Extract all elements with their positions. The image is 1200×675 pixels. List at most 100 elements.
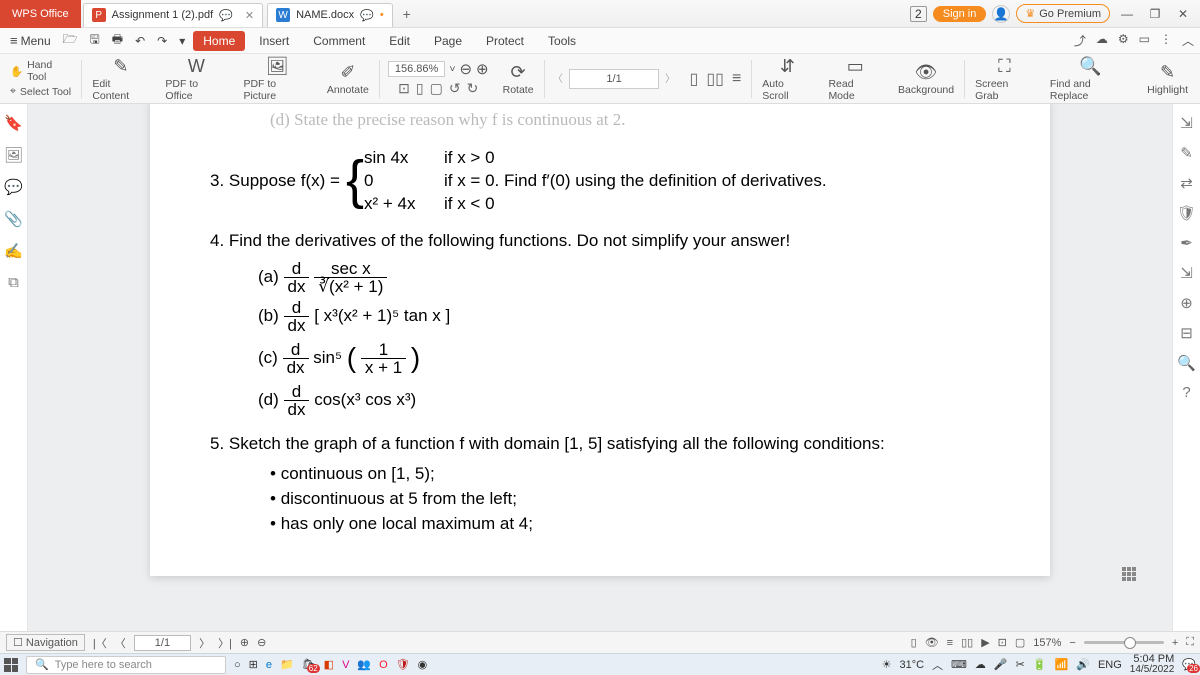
- zoom-in-status-icon[interactable]: +: [1172, 637, 1178, 649]
- tab-chat-icon[interactable]: 💬: [219, 9, 233, 22]
- ribbon-comment[interactable]: Comment: [303, 31, 375, 51]
- share-icon[interactable]: ⤴: [1074, 32, 1086, 49]
- notifications-icon[interactable]: 💬: [1182, 658, 1196, 671]
- undo-icon[interactable]: ↶: [131, 32, 149, 50]
- layers-icon[interactable]: ⧉: [8, 274, 19, 291]
- save-icon[interactable]: 🖫: [86, 28, 104, 53]
- help-icon[interactable]: ?: [1182, 384, 1190, 401]
- view-single-icon[interactable]: ▯: [911, 636, 917, 649]
- nav-toggle[interactable]: ☐ Navigation: [6, 634, 85, 651]
- actual-size-icon[interactable]: ▢: [430, 80, 443, 97]
- volume-icon[interactable]: 🔊: [1076, 658, 1090, 671]
- opera-icon[interactable]: O: [379, 659, 388, 671]
- snip-icon[interactable]: ✂: [1016, 658, 1025, 671]
- signature-icon[interactable]: ✍: [4, 242, 23, 260]
- sign-icon[interactable]: ✒: [1180, 234, 1193, 252]
- select-tool-button[interactable]: ⌖Select Tool: [10, 85, 73, 98]
- qat-dropdown-icon[interactable]: ▾: [175, 32, 189, 50]
- highlight-button[interactable]: ✎Highlight: [1139, 62, 1196, 96]
- rotate-right-icon[interactable]: ↻: [467, 80, 479, 97]
- ribbon-edit[interactable]: Edit: [379, 31, 420, 51]
- auto-scroll-button[interactable]: ⇵Auto Scroll: [754, 56, 820, 102]
- ribbon-insert[interactable]: Insert: [249, 31, 299, 51]
- convert-icon[interactable]: ⇄: [1180, 174, 1193, 192]
- comments-icon[interactable]: 💬: [4, 178, 23, 196]
- onedrive-icon[interactable]: ☁: [975, 658, 986, 671]
- pdf-to-picture-button[interactable]: 🖼PDF to Picture: [235, 56, 318, 102]
- read-mode-button[interactable]: ▭Read Mode: [820, 56, 890, 102]
- fit-width-icon[interactable]: ⊡: [398, 80, 410, 97]
- zoom-slider[interactable]: [1084, 641, 1164, 644]
- mic-icon[interactable]: 🎤: [994, 658, 1008, 671]
- background-button[interactable]: 👁Background: [890, 62, 962, 96]
- export-icon[interactable]: ⇲: [1180, 114, 1193, 132]
- two-page-icon[interactable]: ▯▯: [706, 69, 724, 89]
- next-page-button[interactable]: 〉: [665, 71, 676, 86]
- play-icon[interactable]: ▶: [981, 636, 989, 649]
- keyboard-icon[interactable]: ⌨: [951, 658, 967, 671]
- zoom-input[interactable]: 156.86%: [388, 61, 445, 77]
- single-page-icon[interactable]: ▯: [690, 69, 699, 89]
- cortana-icon[interactable]: ○: [234, 659, 241, 671]
- split-icon[interactable]: ⊟: [1180, 324, 1193, 342]
- compress-icon[interactable]: ⇲: [1180, 264, 1193, 282]
- view-facing-icon[interactable]: ▯▯: [961, 636, 973, 649]
- settings-icon[interactable]: ⚙: [1118, 32, 1129, 49]
- cloud-icon[interactable]: ☁: [1096, 32, 1108, 49]
- prev-icon[interactable]: 〈: [115, 635, 126, 651]
- edit-page-icon[interactable]: ✎: [1180, 144, 1193, 162]
- print-icon[interactable]: 🖶: [108, 28, 127, 53]
- tab-docx[interactable]: W NAME.docx 💬 •: [267, 3, 393, 27]
- last-page-icon[interactable]: 〉|: [218, 635, 232, 651]
- pdf-to-office-button[interactable]: WPDF to Office: [157, 56, 235, 102]
- bookmark-icon[interactable]: 🔖: [4, 114, 23, 132]
- find-replace-button[interactable]: 🔍Find and Replace: [1042, 56, 1139, 102]
- zoom-out-status-icon[interactable]: −: [1069, 637, 1075, 649]
- prev-page-button[interactable]: 〈: [553, 71, 564, 86]
- teams-icon[interactable]: 👥: [357, 658, 371, 671]
- edit-content-button[interactable]: ✎Edit Content: [84, 56, 157, 102]
- user-icon[interactable]: 👤: [992, 5, 1010, 23]
- first-page-icon[interactable]: |〈: [93, 635, 107, 651]
- merge-icon[interactable]: ⊕: [1180, 294, 1193, 312]
- attachments-icon[interactable]: 📎: [4, 210, 23, 228]
- sign-in-button[interactable]: Sign in: [933, 6, 987, 22]
- protect-icon[interactable]: 🛡: [1177, 204, 1196, 222]
- rotate-button[interactable]: ⟳Rotate: [495, 62, 542, 96]
- screen-grab-button[interactable]: ⛶Screen Grab: [967, 56, 1042, 102]
- ribbon-protect[interactable]: Protect: [476, 31, 534, 51]
- taskbar-search[interactable]: 🔍 Type here to search: [26, 656, 226, 674]
- tools-grid-icon[interactable]: [1122, 567, 1136, 581]
- weather-icon[interactable]: ☀: [882, 658, 892, 671]
- store-icon[interactable]: 🛍: [302, 658, 316, 671]
- hand-tool-button[interactable]: ✋Hand Tool: [10, 59, 73, 83]
- next-icon[interactable]: 〉: [199, 635, 210, 651]
- ribbon-tools[interactable]: Tools: [538, 31, 586, 51]
- plus-icon[interactable]: ⊕: [240, 636, 249, 649]
- minimize-icon[interactable]: —: [1116, 3, 1138, 25]
- thumbnails-icon[interactable]: 🖼: [4, 146, 23, 164]
- mcafee-icon[interactable]: 🛡: [396, 658, 410, 671]
- ribbon-home[interactable]: Home: [193, 31, 245, 51]
- view-continuous-icon[interactable]: ≡: [947, 637, 953, 649]
- chrome-icon[interactable]: ◉: [418, 658, 428, 671]
- tab-pdf[interactable]: P Assignment 1 (2).pdf 💬 ✕: [83, 3, 263, 27]
- minus-icon[interactable]: ⊖: [257, 636, 266, 649]
- tab-chat-icon[interactable]: 💬: [360, 9, 374, 22]
- view-eye-icon[interactable]: 👁: [925, 636, 939, 649]
- fit-icon[interactable]: ⊡: [998, 636, 1007, 649]
- continuous-icon[interactable]: ≡: [732, 70, 741, 88]
- fit2-icon[interactable]: ▢: [1015, 636, 1025, 649]
- fit-page-icon[interactable]: ▯: [416, 80, 424, 97]
- wifi-icon[interactable]: 📶: [1055, 658, 1069, 671]
- doc-count-badge[interactable]: 2: [910, 6, 927, 22]
- redo-icon[interactable]: ↷: [153, 32, 171, 50]
- rotate-left-icon[interactable]: ↺: [449, 80, 461, 97]
- kebab-icon[interactable]: ⋮: [1160, 32, 1172, 49]
- menu-button[interactable]: ≡Menu: [6, 31, 55, 50]
- ocr-icon[interactable]: 🔍: [1177, 354, 1196, 372]
- panel-icon[interactable]: ▭: [1139, 32, 1150, 49]
- collapse-icon[interactable]: ︿: [1182, 32, 1194, 49]
- zoom-in-icon[interactable]: ⊕: [476, 60, 489, 78]
- office-icon[interactable]: ◧: [324, 658, 334, 671]
